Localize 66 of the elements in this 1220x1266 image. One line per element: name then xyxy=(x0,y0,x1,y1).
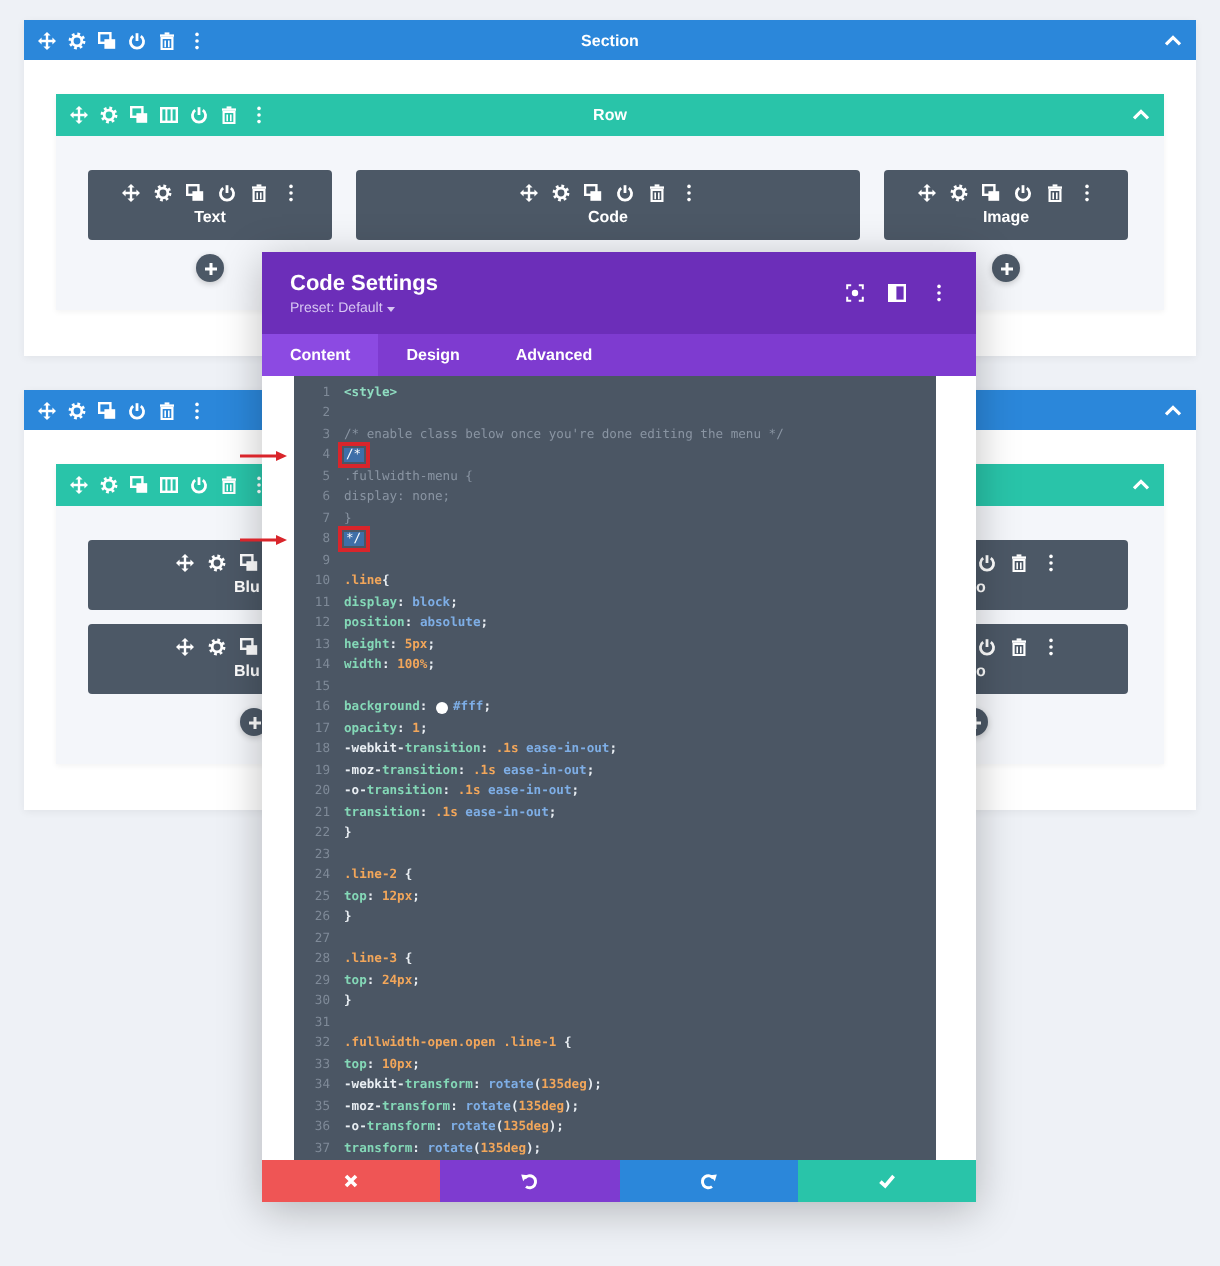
module-label: o xyxy=(976,662,986,680)
sidebar-icon[interactable] xyxy=(888,284,906,302)
power-icon[interactable] xyxy=(615,184,633,202)
add-module-button[interactable] xyxy=(196,254,224,282)
duplicate-icon[interactable] xyxy=(583,184,601,202)
move-icon[interactable] xyxy=(38,31,56,49)
plus-icon xyxy=(203,261,217,275)
check-icon xyxy=(877,1172,896,1190)
tab[interactable]: Advanced xyxy=(487,334,621,376)
move-icon[interactable] xyxy=(917,184,935,202)
fullscreen-icon[interactable] xyxy=(846,284,864,302)
move-icon[interactable] xyxy=(176,638,194,656)
duplicate-icon[interactable] xyxy=(240,554,258,572)
settings-icon[interactable] xyxy=(208,638,226,656)
module-label: Text xyxy=(194,208,226,226)
module-label: Code xyxy=(588,208,628,226)
duplicate-icon[interactable] xyxy=(185,184,203,202)
move-icon[interactable] xyxy=(519,184,537,202)
duplicate-icon[interactable] xyxy=(98,31,116,49)
undo-icon xyxy=(520,1172,539,1190)
pointer-arrow xyxy=(240,449,288,461)
add-module-button[interactable] xyxy=(992,254,1020,282)
power-icon[interactable] xyxy=(1013,184,1031,202)
duplicate-icon[interactable] xyxy=(240,638,258,656)
section-title: Section xyxy=(581,31,639,49)
trash-icon[interactable] xyxy=(249,184,267,202)
collapse-icon[interactable] xyxy=(1164,31,1182,49)
module-label: Blu xyxy=(234,662,260,680)
settings-icon[interactable] xyxy=(551,184,569,202)
move-icon[interactable] xyxy=(121,184,139,202)
modal-title: Code Settings xyxy=(290,271,438,295)
trash-icon[interactable] xyxy=(1045,184,1063,202)
move-icon[interactable] xyxy=(176,554,194,572)
row-title: Row xyxy=(593,106,627,124)
trash-icon[interactable] xyxy=(1010,554,1028,572)
settings-icon[interactable] xyxy=(153,184,171,202)
module-block[interactable]: Image xyxy=(884,170,1128,240)
power-icon[interactable] xyxy=(128,31,146,49)
tab[interactable]: Content xyxy=(262,334,379,376)
power-icon[interactable] xyxy=(978,638,996,656)
module-label: Image xyxy=(982,208,1030,226)
settings-icon[interactable] xyxy=(949,184,967,202)
redo-icon xyxy=(699,1172,718,1190)
settings-icon[interactable] xyxy=(68,401,86,419)
settings-icon[interactable] xyxy=(208,554,226,572)
pointer-arrow xyxy=(240,533,288,545)
module-label: Blu xyxy=(234,578,260,596)
power-icon[interactable] xyxy=(128,401,146,419)
module-block[interactable]: Text xyxy=(88,170,332,240)
tab[interactable]: Design xyxy=(378,334,488,376)
duplicate-icon[interactable] xyxy=(98,401,116,419)
trash-icon[interactable] xyxy=(647,184,665,202)
module-block[interactable]: Code xyxy=(356,170,860,240)
settings-icon[interactable] xyxy=(68,31,86,49)
trash-icon[interactable] xyxy=(158,401,176,419)
caret-icon xyxy=(386,303,397,313)
close-icon xyxy=(342,1172,361,1190)
module-label: o xyxy=(976,578,986,596)
collapse-icon[interactable] xyxy=(1164,401,1182,419)
trash-icon[interactable] xyxy=(1010,638,1028,656)
duplicate-icon[interactable] xyxy=(981,184,999,202)
plus-icon xyxy=(999,261,1013,275)
power-icon[interactable] xyxy=(217,184,235,202)
trash-icon[interactable] xyxy=(158,31,176,49)
move-icon[interactable] xyxy=(38,401,56,419)
power-icon[interactable] xyxy=(978,554,996,572)
